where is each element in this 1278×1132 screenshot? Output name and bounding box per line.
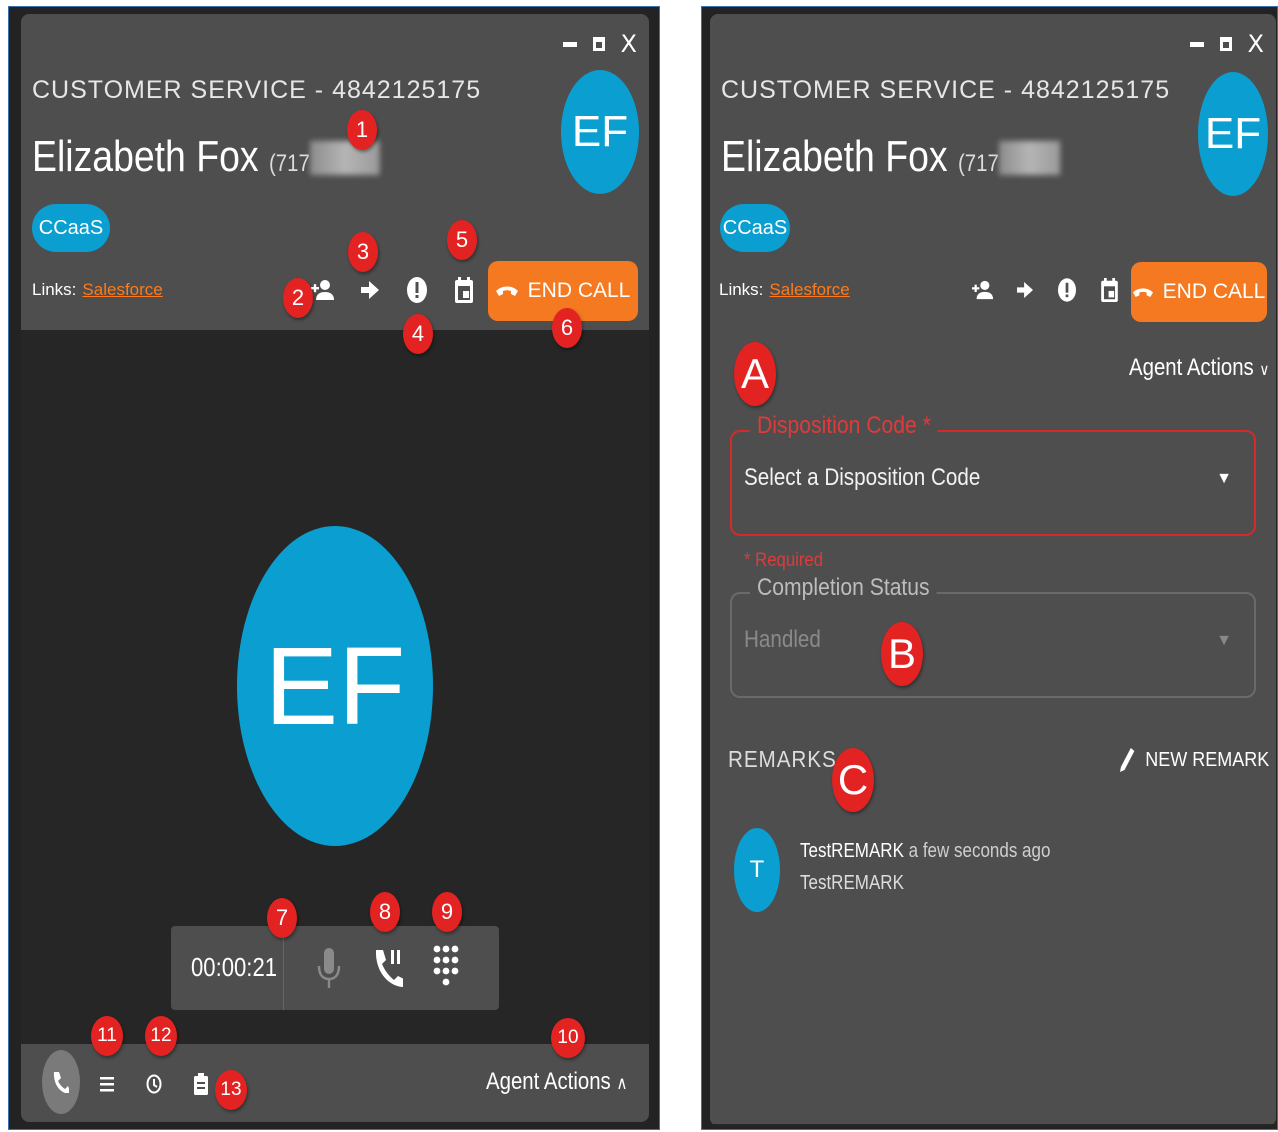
hold-call-icon[interactable] bbox=[373, 948, 406, 995]
disposition-code-select[interactable]: Disposition Code * Select a Disposition … bbox=[730, 412, 1256, 536]
right-window-body: X CUSTOMER SERVICE - 4842125175 Elizabet… bbox=[710, 14, 1276, 1124]
close-icon[interactable]: X bbox=[621, 32, 637, 56]
mic-icon[interactable] bbox=[317, 948, 341, 995]
alert-icon[interactable] bbox=[1055, 276, 1079, 304]
links-label: Links: bbox=[719, 280, 764, 299]
pencil-icon bbox=[1120, 748, 1135, 772]
end-call-label: END CALL bbox=[1162, 280, 1266, 303]
service-title: CUSTOMER SERVICE - 4842125175 bbox=[721, 76, 1171, 104]
minimize-icon[interactable] bbox=[1189, 41, 1204, 47]
annotation-10: 10 bbox=[551, 1018, 585, 1058]
caller-large-avatar: EF bbox=[237, 526, 433, 846]
end-call-label: END CALL bbox=[527, 279, 631, 302]
window-controls: X bbox=[1189, 32, 1264, 56]
history-icon[interactable] bbox=[136, 1064, 172, 1104]
list-icon[interactable] bbox=[89, 1064, 125, 1104]
transfer-arrow-icon[interactable] bbox=[1013, 276, 1037, 304]
salesforce-link[interactable]: Salesforce bbox=[769, 280, 849, 299]
remarks-title: REMARKS bbox=[728, 746, 837, 772]
dropdown-arrow-icon: ▼ bbox=[1216, 632, 1232, 649]
annotation-3: 3 bbox=[348, 232, 378, 272]
disposition-code-label: Disposition Code * bbox=[750, 412, 938, 440]
new-remark-label: NEW REMARK bbox=[1145, 748, 1270, 771]
calendar-icon[interactable] bbox=[1097, 276, 1121, 304]
phone-icon[interactable] bbox=[42, 1050, 80, 1114]
caller-name: Elizabeth Fox (717 bbox=[721, 132, 1061, 182]
links-label: Links: bbox=[32, 280, 77, 299]
annotation-11: 11 bbox=[91, 1016, 123, 1056]
call-timer: 00:00:21 bbox=[191, 952, 278, 982]
divider bbox=[283, 938, 284, 1010]
alert-icon[interactable] bbox=[405, 276, 429, 304]
remark-header: TestREMARK a few seconds ago bbox=[800, 840, 1050, 863]
dropdown-arrow-icon: ▼ bbox=[1216, 470, 1232, 487]
caller-phone: (717 bbox=[957, 150, 999, 177]
remark-text: TestREMARK bbox=[800, 872, 904, 894]
clipboard-icon[interactable] bbox=[183, 1064, 219, 1104]
blurred-phone bbox=[998, 141, 1061, 175]
annotation-C: C bbox=[832, 748, 874, 812]
add-contact-icon[interactable] bbox=[971, 276, 995, 304]
annotation-7: 7 bbox=[267, 898, 297, 938]
annotation-8: 8 bbox=[370, 892, 400, 932]
caller-name: Elizabeth Fox (717 bbox=[32, 132, 380, 182]
annotation-A: A bbox=[734, 342, 776, 406]
annotation-5: 5 bbox=[447, 220, 477, 260]
annotation-1: 1 bbox=[347, 110, 377, 150]
add-contact-icon[interactable] bbox=[311, 276, 335, 304]
salesforce-link[interactable]: Salesforce bbox=[82, 280, 162, 299]
minimize-icon[interactable] bbox=[562, 41, 577, 47]
service-title: CUSTOMER SERVICE - 4842125175 bbox=[32, 76, 482, 104]
chevron-up-icon: ∧ bbox=[616, 1073, 628, 1093]
left-call-window: X CUSTOMER SERVICE - 4842125175 Elizabet… bbox=[21, 14, 649, 1122]
annotation-9: 9 bbox=[432, 892, 462, 932]
annotation-4: 4 bbox=[403, 314, 433, 354]
annotation-13: 13 bbox=[215, 1070, 247, 1110]
agent-actions-toggle[interactable]: Agent Actions ∨ bbox=[1129, 354, 1269, 382]
bottom-nav: Agent Actions ∧ bbox=[21, 1044, 649, 1122]
ccaas-chip[interactable]: CCaaS bbox=[32, 204, 110, 252]
completion-status-select: Completion Status Handled ▼ bbox=[730, 574, 1256, 698]
caller-avatar: EF bbox=[1198, 72, 1268, 196]
chevron-down-icon: ∨ bbox=[1259, 362, 1270, 379]
annotation-2: 2 bbox=[283, 278, 313, 318]
dialpad-icon[interactable] bbox=[433, 944, 459, 997]
completion-status-label: Completion Status bbox=[750, 574, 937, 602]
required-note: * Required bbox=[744, 550, 824, 571]
disposition-code-value: Select a Disposition Code bbox=[744, 464, 981, 491]
new-remark-button[interactable]: NEW REMARK bbox=[1120, 748, 1269, 772]
remark-avatar: T bbox=[734, 828, 780, 912]
annotation-B: B bbox=[881, 622, 923, 686]
agent-actions-toggle[interactable]: Agent Actions ∧ bbox=[486, 1068, 628, 1096]
annotation-12: 12 bbox=[145, 1016, 177, 1056]
hangup-icon bbox=[495, 286, 518, 296]
maximize-icon[interactable] bbox=[1219, 37, 1232, 51]
completion-status-value: Handled bbox=[744, 626, 821, 653]
call-header: X CUSTOMER SERVICE - 4842125175 Elizabet… bbox=[21, 14, 649, 330]
close-icon[interactable]: X bbox=[1248, 32, 1264, 56]
caller-phone: (717 bbox=[268, 150, 310, 177]
right-call-window: X CUSTOMER SERVICE - 4842125175 Elizabet… bbox=[710, 14, 1276, 1126]
ccaas-chip[interactable]: CCaaS bbox=[720, 204, 790, 252]
remark-author: TestREMARK bbox=[800, 840, 904, 862]
calendar-icon[interactable] bbox=[452, 276, 476, 304]
hangup-icon bbox=[1132, 287, 1153, 297]
end-call-button[interactable]: END CALL bbox=[1131, 262, 1267, 322]
window-controls: X bbox=[562, 32, 637, 56]
annotation-6: 6 bbox=[552, 308, 582, 348]
caller-avatar: EF bbox=[561, 70, 639, 194]
links-row: Links: Salesforce bbox=[32, 280, 163, 300]
transfer-arrow-icon[interactable] bbox=[358, 276, 382, 304]
call-controls-bar: 00:00:21 bbox=[171, 926, 499, 1010]
links-row: Links: Salesforce bbox=[719, 280, 850, 300]
maximize-icon[interactable] bbox=[592, 37, 605, 51]
remark-time: a few seconds ago bbox=[908, 840, 1051, 862]
